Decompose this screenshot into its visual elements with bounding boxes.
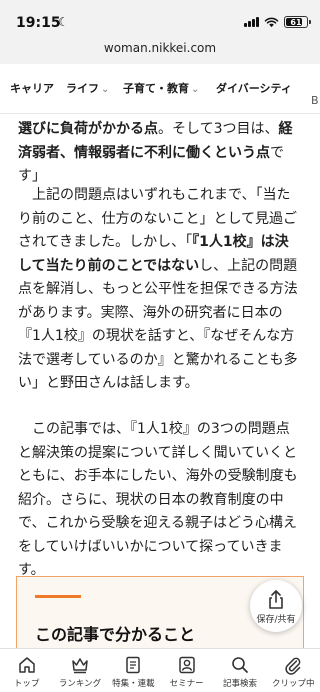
paragraph-3: この記事では、『1人1校』の3つの問題点と解決策の提案について詳しく聞いていくと… (18, 418, 302, 583)
tab-clips[interactable]: クリップ中 (267, 649, 320, 692)
nav-item-label: ライフ (66, 82, 99, 95)
nav-item-label: ダイバーシティ (216, 82, 292, 95)
search-icon (232, 657, 248, 673)
nav-item-parenting[interactable]: 子育て・教育 ⌄ (123, 80, 199, 96)
status-bar: 19:15 ☾ 61 (0, 0, 320, 36)
tab-label: 記事検索 (222, 679, 257, 689)
crown-icon (72, 658, 88, 674)
chevron-down-icon: ⌄ (191, 84, 200, 95)
nav-item-label: 子育て・教育 (123, 82, 189, 95)
summary-accent-bar (35, 595, 81, 598)
text-span: し、上記の問題点を解消し、もっと公平性を担保できる方法があります。実際、海外の研… (18, 257, 298, 392)
tab-label: トップ (13, 679, 40, 689)
tab-top[interactable]: トップ (0, 649, 53, 692)
tab-label: 特集・連載 (112, 679, 155, 689)
tab-label: セミナー (169, 679, 204, 689)
save-share-label: 保存/共有 (256, 615, 296, 625)
text-span: 選びに負荷がかかる点 (18, 121, 158, 137)
tab-label: クリップ中 (272, 679, 315, 689)
tab-seminar[interactable]: セミナー (160, 649, 213, 692)
tab-features[interactable]: 特集・連載 (107, 649, 160, 692)
text-span: この記事では、『1人1校』の3つの問題点と解決策の提案について詳しく聞いていくと… (18, 421, 298, 578)
bottom-nav: トップ ランキング 特集・連載 セミナー 記事検索 クリップ中 (0, 648, 320, 692)
url-text: woman.nikkei.com (103, 41, 217, 55)
nav-item-life[interactable]: ライフ ⌄ (66, 80, 109, 96)
clip-icon (285, 657, 301, 675)
home-icon (18, 657, 35, 673)
person-icon (178, 656, 195, 674)
text-span: 。そして3つ目は、 (158, 121, 279, 137)
signal-icon (244, 17, 259, 27)
nav-item-career[interactable]: キャリア (10, 80, 54, 96)
summary-title: この記事で分かること (35, 625, 196, 644)
nav-item-diversity[interactable]: ダイバーシティ (216, 80, 292, 96)
paragraph-2: 上記の問題点はいずれもこれまで、「当たり前のこと、仕方のないこと」として見過ごさ… (18, 184, 302, 396)
nav-item-label: キャリア (10, 82, 54, 95)
status-time: 19:15 (16, 15, 61, 31)
paragraph-1: 選びに負荷がかかる点。そして3つ目は、経済弱者、情報弱者に不利に働くという点です… (18, 118, 302, 189)
nav-overflow-item[interactable]: B (311, 94, 319, 107)
share-icon (269, 590, 283, 609)
battery-level: 61 (290, 17, 302, 27)
moon-icon: ☾ (58, 15, 69, 29)
book-icon (126, 656, 141, 674)
url-bar[interactable]: woman.nikkei.com (0, 36, 320, 64)
wifi-icon (264, 17, 279, 27)
status-indicators: 61 (244, 16, 311, 28)
tab-ranking[interactable]: ランキング (53, 649, 106, 692)
chevron-down-icon: ⌄ (101, 84, 110, 95)
battery-icon: 61 (284, 16, 311, 28)
category-nav: キャリア ライフ ⌄ 子育て・教育 ⌄ ダイバーシティ B (0, 64, 320, 114)
tab-search[interactable]: 記事検索 (213, 649, 266, 692)
tab-label: ランキング (58, 679, 102, 689)
